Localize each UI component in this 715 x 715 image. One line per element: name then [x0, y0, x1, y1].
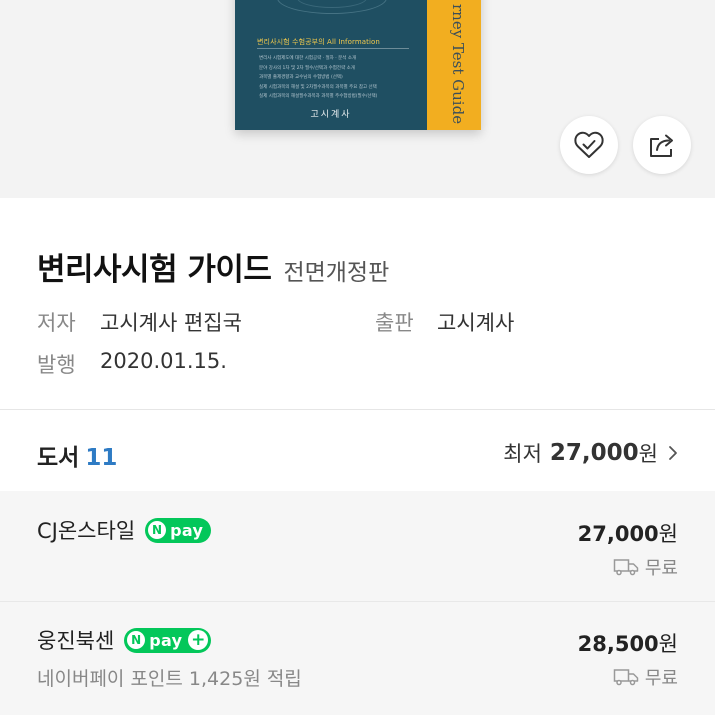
book-cover-area: 변리사시험 수험공부의 All Information 변리사 시험제도에 대한…	[0, 0, 715, 198]
spine-title: rney Test Guide	[449, 4, 467, 125]
seller-row[interactable]: 웅진북센 Npay + 28,500원 네이버페이 포인트 1,425원 적립 무…	[0, 601, 715, 711]
truck-icon	[613, 669, 639, 686]
heart-check-icon	[574, 131, 604, 158]
lowest-price-link[interactable]: 최저 27,000 원	[503, 438, 678, 468]
like-button[interactable]	[560, 116, 618, 174]
seller-price-currency: 원	[658, 522, 678, 546]
lowest-price-currency: 원	[638, 442, 658, 466]
cover-line: 실제 시험과목의 해설필수과목과 과목별 주수험방법(필수/선택)	[259, 94, 378, 100]
seller-price-value: 28,500	[577, 632, 659, 656]
seller-price-value: 27,000	[577, 522, 659, 546]
seller-name-group: 웅진북센 Npay +	[37, 625, 212, 655]
shipping-text: 무료	[644, 558, 678, 579]
category-label: 도서	[37, 445, 80, 471]
cover-line: 과목별 출제경향과 교수님의 수험방법 (선택)	[259, 75, 343, 81]
naver-pay-label: pay	[149, 630, 183, 650]
share-icon	[650, 134, 673, 157]
seller-price-currency: 원	[658, 632, 678, 656]
cover-line: 분야 강사의 1차 및 2차 필수/선택과 수험전략 소개	[259, 65, 355, 71]
publisher-value: 고시계사	[437, 311, 515, 335]
cover-subtitle: 변리사시험 수험공부의 All Information	[257, 38, 380, 46]
seller-price: 27,000원	[578, 518, 678, 548]
naver-pay-points: 네이버페이 포인트 1,425원 적립	[37, 668, 302, 690]
author-value: 고시계사 편집국	[100, 311, 242, 335]
publisher-label: 출판	[375, 311, 414, 335]
seller-name: CJ온스타일	[37, 519, 136, 543]
publish-date-label: 발행	[37, 353, 76, 377]
chevron-right-icon	[669, 446, 677, 460]
shipping-info: 무료	[613, 664, 678, 690]
naver-pay-label: pay	[170, 520, 204, 540]
category-header: 도서 11	[37, 438, 117, 472]
publish-date-value: 2020.01.15.	[100, 349, 227, 373]
book-cover-image[interactable]: 변리사시험 수험공부의 All Information 변리사 시험제도에 대한…	[235, 0, 481, 130]
author-label: 저자	[37, 311, 76, 335]
naver-pay-plus-badge: Npay +	[124, 627, 212, 653]
seller-price: 28,500원	[578, 628, 678, 658]
plus-icon: +	[188, 630, 209, 650]
divider	[0, 409, 715, 410]
seller-list: CJ온스타일 Npay 27,000원 무료 웅진북센 Npay + 28,50…	[0, 491, 715, 715]
shipping-info: 무료	[613, 554, 678, 580]
cover-line: 실제 시험과목의 해설 및 2차필수과목의 과목별 주요 참고 선택	[259, 84, 377, 90]
lowest-price-label: 최저	[503, 442, 542, 466]
seller-row[interactable]: CJ온스타일 Npay 27,000원 무료	[0, 491, 715, 601]
book-cover-front: 변리사시험 수험공부의 All Information 변리사 시험제도에 대한…	[235, 0, 427, 130]
truck-icon	[613, 559, 639, 576]
book-edition: 전면개정판	[283, 260, 390, 286]
lowest-price-value: 27,000	[549, 440, 639, 466]
share-button[interactable]	[633, 116, 691, 174]
book-title: 변리사시험 가이드	[37, 252, 272, 288]
seller-name: 웅진북센	[37, 629, 115, 653]
seller-name-group: CJ온스타일 Npay	[37, 515, 212, 545]
cover-line: 변리사 시험제도에 대한 시험공략 · 절차 · 분석 소개	[259, 56, 357, 61]
book-cover-spine: rney Test Guide	[427, 0, 481, 130]
cover-publisher: 고시계사	[310, 110, 352, 120]
naver-pay-badge: Npay	[145, 517, 212, 543]
shipping-text: 무료	[644, 668, 678, 689]
naver-pay-n-icon: N	[127, 631, 146, 649]
cover-rule	[257, 48, 409, 49]
naver-pay-n-icon: N	[148, 521, 167, 539]
book-title-row: 변리사시험 가이드 전면개정판	[37, 244, 389, 289]
cover-text-lines: 변리사 시험제도에 대한 시험공략 · 절차 · 분석 소개 분야 강사의 1차…	[259, 54, 377, 102]
seller-count: 11	[85, 445, 118, 471]
